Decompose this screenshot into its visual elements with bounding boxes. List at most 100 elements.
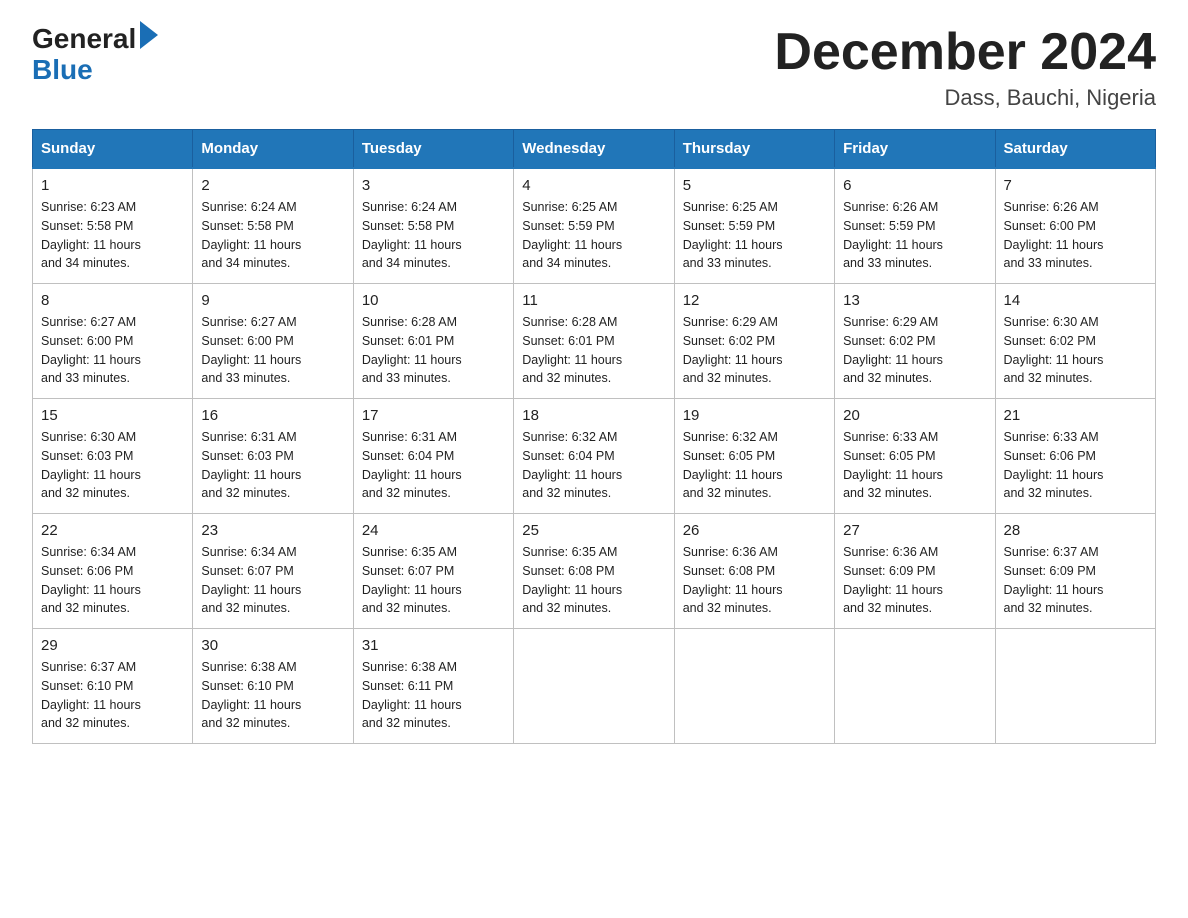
title-block: December 2024 Dass, Bauchi, Nigeria	[774, 24, 1156, 111]
logo: General Blue	[32, 24, 158, 86]
calendar-cell: 23 Sunrise: 6:34 AMSunset: 6:07 PMDayligh…	[193, 514, 353, 629]
day-number: 18	[522, 407, 665, 424]
logo-general-text: General	[32, 24, 136, 55]
day-info: Sunrise: 6:37 AMSunset: 6:09 PMDaylight:…	[1004, 543, 1147, 618]
day-number: 13	[843, 292, 986, 309]
day-number: 3	[362, 177, 505, 194]
day-info: Sunrise: 6:24 AMSunset: 5:58 PMDaylight:…	[201, 198, 344, 273]
column-header-thursday: Thursday	[674, 130, 834, 169]
day-number: 24	[362, 522, 505, 539]
day-info: Sunrise: 6:36 AMSunset: 6:09 PMDaylight:…	[843, 543, 986, 618]
day-info: Sunrise: 6:36 AMSunset: 6:08 PMDaylight:…	[683, 543, 826, 618]
calendar-cell: 20Sunrise: 6:33 AMSunset: 6:05 PMDayligh…	[835, 399, 995, 514]
day-info: Sunrise: 6:30 AMSunset: 6:03 PMDaylight:…	[41, 428, 184, 503]
day-info: Sunrise: 6:28 AMSunset: 6:01 PMDaylight:…	[362, 313, 505, 388]
day-info: Sunrise: 6:25 AMSunset: 5:59 PMDaylight:…	[522, 198, 665, 273]
calendar-cell: 17 Sunrise: 6:31 AMSunset: 6:04 PMDayligh…	[353, 399, 513, 514]
calendar-cell: 24 Sunrise: 6:35 AMSunset: 6:07 PMDayligh…	[353, 514, 513, 629]
day-number: 11	[522, 292, 665, 309]
day-number: 7	[1004, 177, 1147, 194]
calendar-cell: 28 Sunrise: 6:37 AMSunset: 6:09 PMDayligh…	[995, 514, 1155, 629]
day-info: Sunrise: 6:29 AMSunset: 6:02 PMDaylight:…	[683, 313, 826, 388]
column-header-saturday: Saturday	[995, 130, 1155, 169]
column-header-wednesday: Wednesday	[514, 130, 674, 169]
calendar-cell: 2Sunrise: 6:24 AMSunset: 5:58 PMDaylight…	[193, 168, 353, 284]
day-number: 26	[683, 522, 826, 539]
day-info: Sunrise: 6:28 AMSunset: 6:01 PMDaylight:…	[522, 313, 665, 388]
day-number: 1	[41, 177, 184, 194]
day-info: Sunrise: 6:26 AMSunset: 6:00 PMDaylight:…	[1004, 198, 1147, 273]
day-number: 22	[41, 522, 184, 539]
calendar-cell	[995, 629, 1155, 744]
column-header-tuesday: Tuesday	[353, 130, 513, 169]
day-info: Sunrise: 6:32 AMSunset: 6:04 PMDaylight:…	[522, 428, 665, 503]
day-info: Sunrise: 6:31 AMSunset: 6:04 PMDaylight:…	[362, 428, 505, 503]
day-number: 17	[362, 407, 505, 424]
day-info: Sunrise: 6:26 AMSunset: 5:59 PMDaylight:…	[843, 198, 986, 273]
day-number: 4	[522, 177, 665, 194]
day-number: 12	[683, 292, 826, 309]
calendar-cell: 25 Sunrise: 6:35 AMSunset: 6:08 PMDayligh…	[514, 514, 674, 629]
calendar-cell: 12 Sunrise: 6:29 AMSunset: 6:02 PMDayligh…	[674, 284, 834, 399]
calendar-cell: 3 Sunrise: 6:24 AMSunset: 5:58 PMDaylight…	[353, 168, 513, 284]
calendar-cell: 14 Sunrise: 6:30 AMSunset: 6:02 PMDayligh…	[995, 284, 1155, 399]
page-header: General Blue December 2024 Dass, Bauchi,…	[32, 24, 1156, 111]
day-info: Sunrise: 6:31 AMSunset: 6:03 PMDaylight:…	[201, 428, 344, 503]
column-header-sunday: Sunday	[33, 130, 193, 169]
calendar-week-row: 22Sunrise: 6:34 AMSunset: 6:06 PMDayligh…	[33, 514, 1156, 629]
calendar-cell: 29Sunrise: 6:37 AMSunset: 6:10 PMDayligh…	[33, 629, 193, 744]
calendar-week-row: 8 Sunrise: 6:27 AMSunset: 6:00 PMDaylight…	[33, 284, 1156, 399]
calendar-cell	[835, 629, 995, 744]
logo-blue-text: Blue	[32, 55, 93, 86]
calendar-table: SundayMondayTuesdayWednesdayThursdayFrid…	[32, 129, 1156, 744]
calendar-week-row: 15 Sunrise: 6:30 AMSunset: 6:03 PMDayligh…	[33, 399, 1156, 514]
day-info: Sunrise: 6:27 AMSunset: 6:00 PMDaylight:…	[41, 313, 184, 388]
day-info: Sunrise: 6:37 AMSunset: 6:10 PMDaylight:…	[41, 658, 184, 733]
calendar-cell: 15 Sunrise: 6:30 AMSunset: 6:03 PMDayligh…	[33, 399, 193, 514]
day-info: Sunrise: 6:38 AMSunset: 6:11 PMDaylight:…	[362, 658, 505, 733]
calendar-cell: 31Sunrise: 6:38 AMSunset: 6:11 PMDayligh…	[353, 629, 513, 744]
calendar-cell: 9 Sunrise: 6:27 AMSunset: 6:00 PMDaylight…	[193, 284, 353, 399]
day-number: 27	[843, 522, 986, 539]
calendar-cell: 5Sunrise: 6:25 AMSunset: 5:59 PMDaylight…	[674, 168, 834, 284]
day-number: 21	[1004, 407, 1147, 424]
calendar-header-row: SundayMondayTuesdayWednesdayThursdayFrid…	[33, 130, 1156, 169]
day-info: Sunrise: 6:34 AMSunset: 6:07 PMDaylight:…	[201, 543, 344, 618]
day-number: 15	[41, 407, 184, 424]
calendar-cell: 22Sunrise: 6:34 AMSunset: 6:06 PMDayligh…	[33, 514, 193, 629]
day-info: Sunrise: 6:25 AMSunset: 5:59 PMDaylight:…	[683, 198, 826, 273]
day-number: 19	[683, 407, 826, 424]
day-number: 8	[41, 292, 184, 309]
day-number: 14	[1004, 292, 1147, 309]
calendar-cell: 18 Sunrise: 6:32 AMSunset: 6:04 PMDayligh…	[514, 399, 674, 514]
day-number: 30	[201, 637, 344, 654]
calendar-cell: 10 Sunrise: 6:28 AMSunset: 6:01 PMDayligh…	[353, 284, 513, 399]
day-number: 23	[201, 522, 344, 539]
calendar-cell: 19Sunrise: 6:32 AMSunset: 6:05 PMDayligh…	[674, 399, 834, 514]
calendar-week-row: 1 Sunrise: 6:23 AMSunset: 5:58 PMDaylight…	[33, 168, 1156, 284]
calendar-cell: 7 Sunrise: 6:26 AMSunset: 6:00 PMDaylight…	[995, 168, 1155, 284]
calendar-cell	[514, 629, 674, 744]
day-info: Sunrise: 6:38 AMSunset: 6:10 PMDaylight:…	[201, 658, 344, 733]
calendar-cell: 6 Sunrise: 6:26 AMSunset: 5:59 PMDaylight…	[835, 168, 995, 284]
day-info: Sunrise: 6:27 AMSunset: 6:00 PMDaylight:…	[201, 313, 344, 388]
day-number: 28	[1004, 522, 1147, 539]
day-number: 16	[201, 407, 344, 424]
day-number: 10	[362, 292, 505, 309]
column-header-friday: Friday	[835, 130, 995, 169]
day-info: Sunrise: 6:35 AMSunset: 6:08 PMDaylight:…	[522, 543, 665, 618]
day-info: Sunrise: 6:24 AMSunset: 5:58 PMDaylight:…	[362, 198, 505, 273]
location-subtitle: Dass, Bauchi, Nigeria	[774, 85, 1156, 111]
day-info: Sunrise: 6:33 AMSunset: 6:06 PMDaylight:…	[1004, 428, 1147, 503]
day-number: 9	[201, 292, 344, 309]
day-info: Sunrise: 6:30 AMSunset: 6:02 PMDaylight:…	[1004, 313, 1147, 388]
calendar-cell: 4 Sunrise: 6:25 AMSunset: 5:59 PMDaylight…	[514, 168, 674, 284]
calendar-cell: 1 Sunrise: 6:23 AMSunset: 5:58 PMDaylight…	[33, 168, 193, 284]
calendar-cell: 26 Sunrise: 6:36 AMSunset: 6:08 PMDayligh…	[674, 514, 834, 629]
day-info: Sunrise: 6:35 AMSunset: 6:07 PMDaylight:…	[362, 543, 505, 618]
month-title: December 2024	[774, 24, 1156, 81]
day-number: 6	[843, 177, 986, 194]
day-info: Sunrise: 6:23 AMSunset: 5:58 PMDaylight:…	[41, 198, 184, 273]
day-number: 25	[522, 522, 665, 539]
column-header-monday: Monday	[193, 130, 353, 169]
